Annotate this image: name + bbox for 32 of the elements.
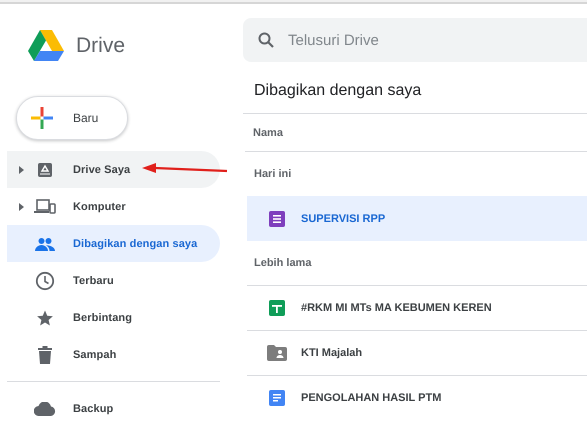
- new-button[interactable]: Baru: [16, 96, 128, 140]
- file-row[interactable]: KTI Majalah: [247, 330, 587, 375]
- app-title: Drive: [76, 34, 126, 58]
- trash-icon: [38, 346, 52, 364]
- search-icon: [258, 32, 274, 48]
- group-label: Lebih lama: [253, 256, 312, 271]
- form-icon: [269, 211, 285, 227]
- file-row[interactable]: #RKM MI MTs MA KEBUMEN KEREN: [247, 285, 587, 330]
- file-row[interactable]: PENGOLAHAN HASIL PTM: [247, 375, 587, 420]
- sidebar-item[interactable]: Dibagikan dengan saya: [7, 225, 220, 262]
- file-row[interactable]: SUPERVISI RPP: [247, 196, 587, 241]
- column-header[interactable]: Nama: [245, 114, 587, 152]
- spreadsheet-icon: [269, 300, 285, 316]
- sidebar-item[interactable]: Berbintang: [7, 299, 220, 336]
- sidebar-item[interactable]: Drive Saya: [7, 151, 220, 188]
- people-icon: [35, 236, 55, 250]
- computer-icon: [34, 198, 56, 214]
- group-label: Hari ini: [253, 167, 292, 182]
- search-field[interactable]: Telusuri Drive: [243, 18, 587, 62]
- sidebar-item[interactable]: Terbaru: [7, 262, 220, 299]
- clock-icon: [35, 270, 55, 290]
- drive-icon: [36, 160, 54, 178]
- cloud-icon: [34, 402, 56, 416]
- sidebar-item[interactable]: Backup: [7, 390, 220, 427]
- page-title: Dibagikan dengan saya: [243, 62, 587, 114]
- sidebar-item[interactable]: Sampah: [7, 336, 220, 373]
- shared-folder-icon: [267, 345, 287, 361]
- document-icon: [269, 390, 285, 406]
- star-icon: [36, 308, 54, 326]
- sidebar-item[interactable]: Komputer: [7, 188, 220, 225]
- drive-logo: [28, 30, 64, 62]
- plus-icon: [31, 107, 53, 129]
